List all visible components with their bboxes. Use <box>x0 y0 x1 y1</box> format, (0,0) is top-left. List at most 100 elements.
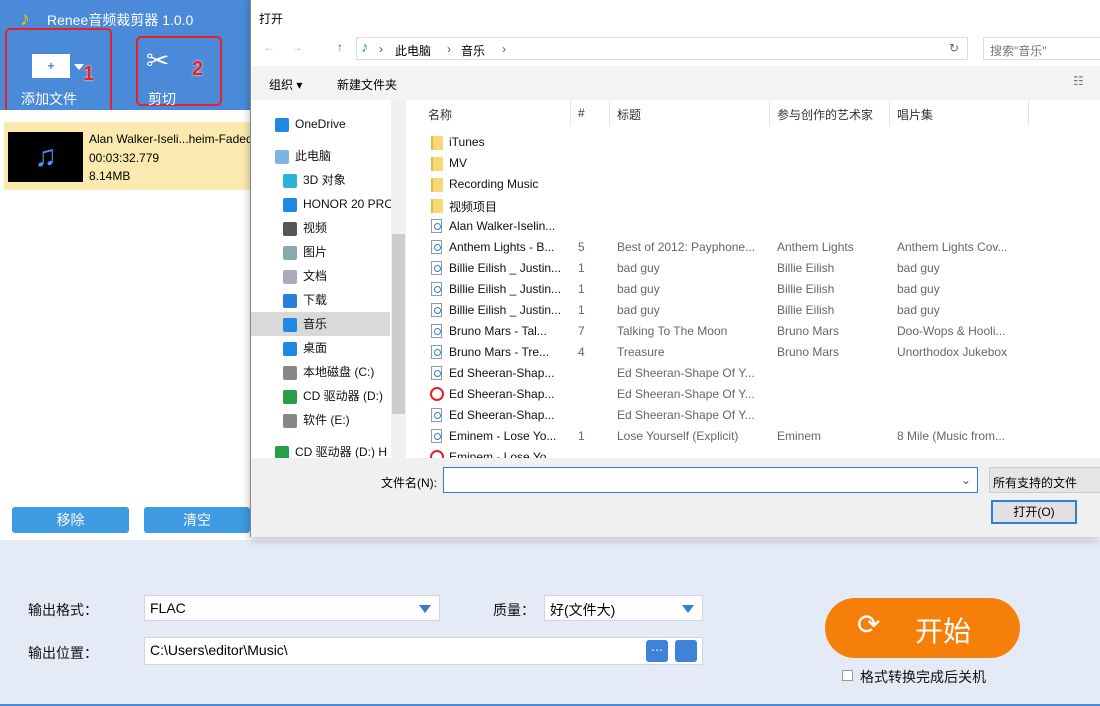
column-title[interactable]: 标题 <box>617 106 641 123</box>
file-row[interactable]: Bruno Mars - Tal... 7 Talking To The Moon B… <box>411 321 1100 342</box>
column-album[interactable]: 唱片集 <box>897 106 933 123</box>
folder-icon <box>431 178 443 192</box>
column-name[interactable]: 名称 <box>428 106 452 123</box>
nav-item[interactable]: 音乐 <box>283 312 391 336</box>
file-row[interactable]: Anthem Lights - B... 5 Best of 2012: Payph… <box>411 237 1100 258</box>
nav-item[interactable]: 软件 (E:) <box>283 408 391 432</box>
nav-item[interactable]: 桌面 <box>283 336 391 360</box>
netease-music-icon <box>430 387 444 401</box>
breadcrumb-music[interactable]: 音乐 <box>461 42 485 59</box>
dialog-toolbar: 组织 ▾ 新建文件夹 ☷ <box>251 66 1100 100</box>
item-size: 8.14MB <box>89 169 131 183</box>
nav-item[interactable]: 3D 对象 <box>283 168 391 192</box>
filename-input[interactable]: ⌄ <box>443 467 978 493</box>
audio-file-icon <box>431 324 442 338</box>
file-row[interactable]: 视频项目 <box>411 195 1100 216</box>
file-row[interactable]: Ed Sheeran-Shap... Ed Sheeran-Shape Of Y.… <box>411 405 1100 426</box>
start-label: 开始 <box>915 616 972 647</box>
open-button[interactable]: 打开(O) <box>991 500 1077 524</box>
item-name: Alan Walker-Iseli...heim-Faded <box>89 132 253 146</box>
nav-item[interactable]: HONOR 20 PRO <box>283 192 391 216</box>
quality-label: 质量： <box>493 602 535 618</box>
up-icon[interactable]: ↑ <box>337 40 343 54</box>
music-icon: ♪ <box>361 39 369 56</box>
filetype-select[interactable]: 所有支持的文件 <box>989 467 1100 493</box>
audio-file-icon <box>431 261 442 275</box>
nav-item[interactable]: 此电脑 <box>275 144 391 168</box>
remove-button[interactable]: 移除 <box>12 507 129 533</box>
nav-icon <box>275 149 289 164</box>
nav-item[interactable]: 本地磁盘 (C:) <box>283 360 391 384</box>
nav-icon <box>283 317 297 332</box>
clear-button[interactable]: 清空 <box>144 507 250 533</box>
folder-icon <box>431 157 443 171</box>
format-select[interactable]: FLAC <box>144 595 440 621</box>
chevron-down-icon[interactable]: ⌄ <box>961 473 971 487</box>
address-bar[interactable]: ♪ › 此电脑 › 音乐 › ↻ <box>356 37 968 60</box>
nav-item[interactable]: CD 驱动器 (D:) <box>283 384 391 408</box>
organize-button[interactable]: 组织 ▾ <box>269 76 302 93</box>
add-file-label: 添加文件 <box>21 91 77 107</box>
more-button[interactable]: ⋯ <box>646 640 668 662</box>
file-row[interactable]: Billie Eilish _ Justin... 1 bad guy Billie … <box>411 279 1100 300</box>
format-label: 输出格式： <box>28 602 98 618</box>
chevron-down-icon <box>682 605 694 613</box>
file-row[interactable]: iTunes <box>411 132 1100 153</box>
nav-icon <box>283 197 297 212</box>
quality-select[interactable]: 好(文件大) <box>544 595 703 621</box>
audio-file-icon <box>431 408 442 422</box>
shutdown-label: 格式转换完成后关机 <box>860 669 986 685</box>
file-row[interactable]: Recording Music <box>411 174 1100 195</box>
nav-item[interactable]: 文档 <box>283 264 391 288</box>
file-row[interactable]: Eminem - Lose Yo... 1 Lose Yourself (Expli… <box>411 426 1100 447</box>
badge-2: 2 <box>192 58 204 80</box>
nav-item[interactable]: OneDrive <box>275 112 391 136</box>
cut-label: 剪切 <box>148 91 176 107</box>
nav-scrollbar[interactable] <box>391 100 406 458</box>
app-title: Renee音频裁剪器 1.0.0 <box>47 12 194 28</box>
nav-icon <box>283 221 297 236</box>
audio-file-icon <box>431 429 442 443</box>
start-button[interactable]: ⟳ 开始 <box>825 598 1020 658</box>
music-thumbnail-icon: ♫ <box>8 132 83 182</box>
new-folder-button[interactable]: 新建文件夹 <box>337 76 397 93</box>
dialog-title: 打开 <box>259 12 284 26</box>
audio-file-icon <box>431 240 442 254</box>
back-icon[interactable]: ← <box>263 40 275 54</box>
nav-icon <box>283 173 297 188</box>
forward-icon[interactable]: → <box>291 40 303 54</box>
location-label: 输出位置： <box>28 645 98 661</box>
nav-icon <box>283 269 297 284</box>
refresh-icon: ⟳ <box>857 609 881 640</box>
nav-item[interactable]: 下载 <box>283 288 391 312</box>
file-row[interactable]: Ed Sheeran-Shap... Ed Sheeran-Shape Of Y.… <box>411 384 1100 405</box>
file-row[interactable]: Ed Sheeran-Shap... Ed Sheeran-Shape Of Y.… <box>411 363 1100 384</box>
column-artist[interactable]: 参与创作的艺术家 <box>777 106 873 123</box>
quality-value: 好(文件大) <box>550 602 616 618</box>
format-value: FLAC <box>150 600 186 616</box>
folder-open-icon[interactable] <box>675 640 697 662</box>
file-row[interactable]: Alan Walker-Iselin... <box>411 216 1100 237</box>
refresh-icon[interactable]: ↻ <box>949 41 959 55</box>
dialog-footer: 文件名(N): ⌄ 所有支持的文件 打开(O) <box>251 458 1100 537</box>
shutdown-checkbox[interactable] <box>842 670 853 681</box>
breadcrumb-this-pc[interactable]: 此电脑 <box>395 42 431 59</box>
filename-label: 文件名(N): <box>381 476 437 490</box>
file-list-item[interactable]: ♫ Alan Walker-Iseli...heim-Faded 00:03:3… <box>4 122 253 190</box>
column-number[interactable]: # <box>578 106 585 120</box>
audio-file-icon <box>431 219 442 233</box>
badge-1: 1 <box>83 63 95 85</box>
file-row[interactable]: MV <box>411 153 1100 174</box>
nav-item[interactable]: 视频 <box>283 216 391 240</box>
file-row[interactable]: Bruno Mars - Tre... 4 Treasure Bruno Mars Un… <box>411 342 1100 363</box>
folder-icon <box>431 136 443 150</box>
nav-icon <box>283 245 297 260</box>
nav-item[interactable]: 图片 <box>283 240 391 264</box>
file-row[interactable]: Billie Eilish _ Justin... 1 bad guy Billie … <box>411 258 1100 279</box>
location-input[interactable]: C:\Users\editor\Music\ <box>144 637 703 665</box>
file-row[interactable]: Billie Eilish _ Justin... 1 bad guy Billie … <box>411 300 1100 321</box>
search-input[interactable]: 搜索"音乐" <box>983 37 1100 60</box>
view-options-icon[interactable]: ☷ <box>1073 74 1084 88</box>
nav-icon <box>283 413 297 428</box>
location-value: C:\Users\editor\Music\ <box>150 642 288 658</box>
